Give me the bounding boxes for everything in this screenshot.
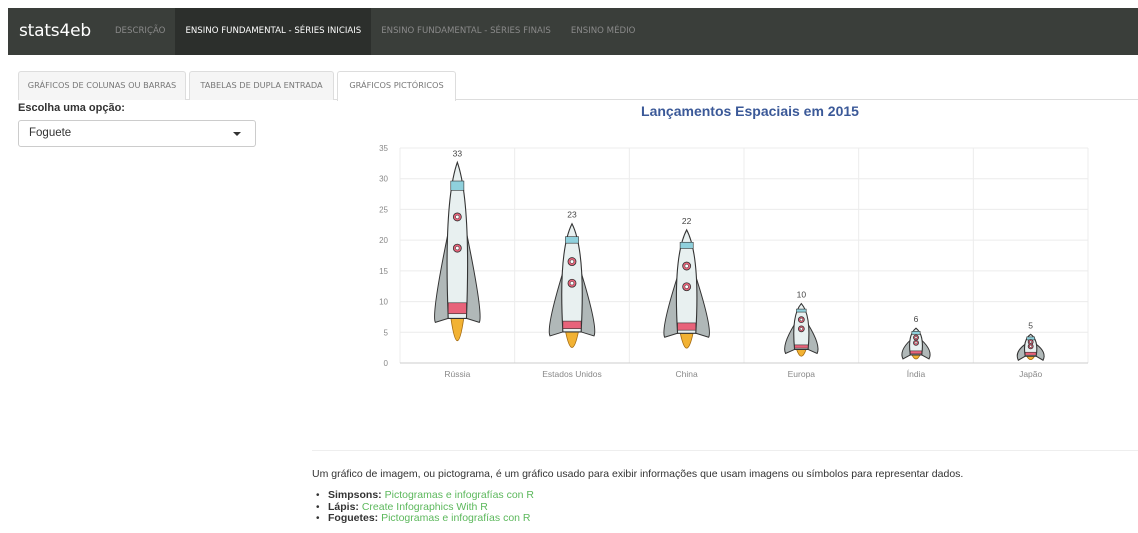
rocket-window-inner (799, 327, 803, 331)
rocket-window-inner (684, 263, 689, 269)
reference-list: Simpsons: Pictogramas e infografías con … (316, 489, 534, 525)
rocket-window-inner (569, 281, 575, 286)
tab-graficos-colunas[interactable]: GRÁFICOS DE COLUNAS OU BARRAS (18, 71, 186, 100)
list-item: Foguetes: Pictogramas e infografías con … (316, 512, 534, 525)
rocket-tail-band (562, 320, 582, 329)
rocket-tail-band (794, 344, 809, 349)
pictogram-chart: 0 5 10 15 20 25 30 35 33 Rússia 23 Estados Unidos 22… (379, 144, 1089, 379)
data-label: 5 (1028, 320, 1033, 330)
rocket-fin-right (465, 232, 481, 324)
rocket-fin-right (807, 322, 819, 355)
nav-item-ensino-medio[interactable]: ENSINO MÉDIO (561, 8, 646, 55)
rocket-window-inner (684, 284, 689, 289)
y-tick-label: 30 (379, 175, 388, 184)
rocket-window-inner (1029, 344, 1033, 348)
rocket-fin-right (580, 272, 596, 337)
rocket-fin-right (695, 276, 710, 338)
nav-item-series-iniciais[interactable]: ENSINO FUNDAMENTAL - SÉRIES INICIAIS (175, 8, 372, 55)
rocket-nose-band (565, 236, 579, 244)
y-tick-label: 20 (379, 236, 388, 245)
rocket-fin-right (921, 339, 931, 360)
tab-graficos-pictoricos[interactable]: GRÁFICOS PICTÓRICOS (337, 71, 456, 101)
rocket-window-inner (455, 246, 460, 251)
chart-title: Lançamentos Espaciais em 2015 (641, 103, 859, 119)
x-tick-label: Japão (1019, 369, 1042, 379)
rocket-fin-left (901, 339, 911, 360)
rocket-window-inner (569, 259, 575, 264)
y-tick-label: 10 (379, 298, 388, 307)
rocket-nose-band (450, 180, 465, 191)
link-name: Lápis: (328, 500, 359, 513)
y-tick-label: 0 (384, 359, 389, 368)
link-foguetes[interactable]: Pictogramas e infografías con R (381, 512, 530, 524)
rocket-fin-left (1016, 343, 1026, 361)
description-text: Um gráfico de imagem, ou pictograma, é u… (312, 468, 964, 480)
nav-item-series-finais[interactable]: ENSINO FUNDAMENTAL - SÉRIES FINAIS (371, 8, 561, 55)
rocket-tail-band (909, 350, 923, 355)
rocket-nose-band (911, 331, 921, 335)
link-name: Foguetes: (328, 512, 379, 524)
divider (312, 450, 1138, 451)
link-lapis[interactable]: Create Infographics With R (362, 501, 488, 513)
x-tick-label: Índia (907, 369, 926, 379)
x-tick-label: Europa (788, 369, 816, 379)
rocket-flame (679, 332, 694, 349)
rocket-tail-band (447, 302, 467, 315)
rocket-nose-band (796, 308, 807, 313)
select-label: Escolha uma opção: (18, 102, 125, 114)
x-tick-label: Rússia (444, 369, 470, 379)
rocket-window-inner (799, 318, 803, 322)
y-tick-label: 15 (379, 267, 388, 276)
rocket-flame (911, 354, 921, 360)
rocket-tail-band (1024, 351, 1037, 356)
data-label: 22 (682, 216, 692, 226)
y-tick-label: 25 (379, 205, 388, 214)
select-value: Foguete (29, 127, 72, 139)
tab-tabelas-dupla-entrada[interactable]: TABELAS DE DUPLA ENTRADA (189, 71, 334, 100)
x-tick-label: Estados Unidos (542, 369, 602, 379)
x-tick-label: China (676, 369, 698, 379)
rocket-window-inner (455, 214, 460, 219)
data-label: 23 (567, 210, 577, 220)
rocket-fin-left (434, 232, 449, 324)
option-select[interactable]: Foguete (18, 120, 256, 147)
rocket-nose-band (679, 241, 694, 249)
y-tick-label: 35 (379, 144, 388, 153)
data-label: 33 (453, 148, 463, 158)
link-simpsons[interactable]: Pictogramas e infografías con R (385, 489, 534, 501)
data-label: 6 (914, 314, 919, 324)
rocket-flame (565, 331, 579, 348)
rocket-tail-band (677, 322, 697, 331)
rocket-window-inner (914, 336, 918, 339)
link-name: Simpsons: (328, 489, 382, 501)
nav-item-descricao[interactable]: DESCRIÇÃO (105, 8, 176, 55)
rocket-fin-left (548, 272, 564, 337)
rocket-fin-right (1035, 343, 1045, 361)
rocket-fin-left (784, 322, 796, 355)
rocket-fin-left (663, 276, 679, 338)
y-tick-label: 5 (384, 328, 389, 337)
rocket-window-inner (914, 341, 918, 345)
caret-down-icon (233, 132, 241, 136)
tab-bar: GRÁFICOS DE COLUNAS OU BARRAS TABELAS DE… (18, 71, 1138, 101)
data-label: 10 (797, 290, 807, 300)
rocket-window-inner (1029, 340, 1033, 344)
navbar: stats4eb DESCRIÇÃO ENSINO FUNDAMENTAL - … (8, 8, 1138, 55)
rocket-flame (796, 349, 807, 357)
rocket-flame (450, 318, 465, 341)
brand-logo[interactable]: stats4eb (8, 8, 105, 55)
